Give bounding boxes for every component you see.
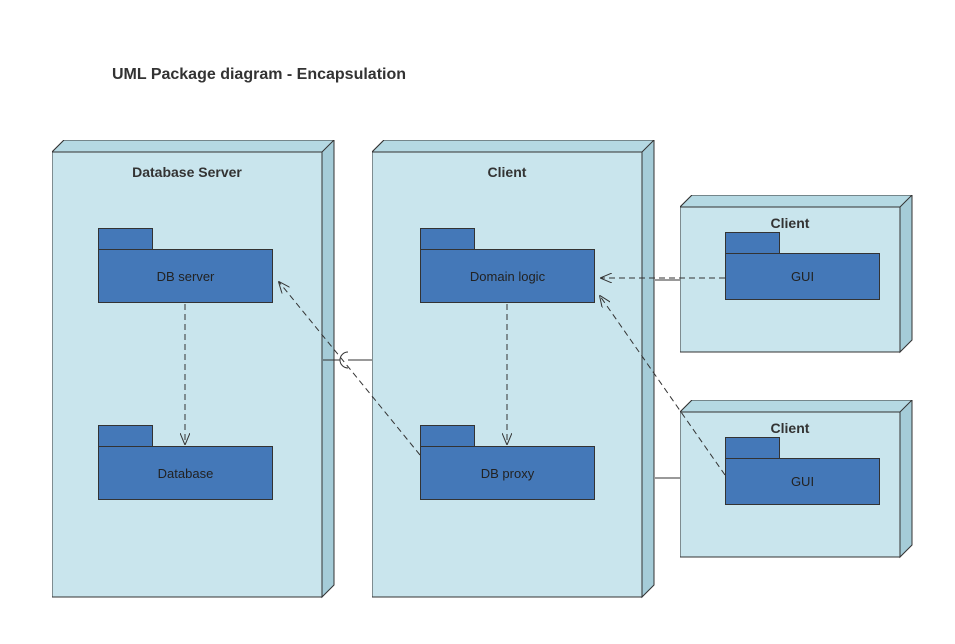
container-label-client-bottom: Client <box>680 420 900 436</box>
container-label-client-main: Client <box>372 164 642 180</box>
package-label-gui-top: GUI <box>791 269 814 284</box>
package-label-db-proxy: DB proxy <box>481 466 534 481</box>
package-label-db-server: DB server <box>157 269 215 284</box>
package-label-database: Database <box>158 466 214 481</box>
diagram-title: UML Package diagram - Encapsulation <box>112 66 406 84</box>
container-label-database-server: Database Server <box>52 164 322 180</box>
container-label-client-top: Client <box>680 215 900 231</box>
package-label-gui-bottom: GUI <box>791 474 814 489</box>
package-label-domain-logic: Domain logic <box>470 269 545 284</box>
